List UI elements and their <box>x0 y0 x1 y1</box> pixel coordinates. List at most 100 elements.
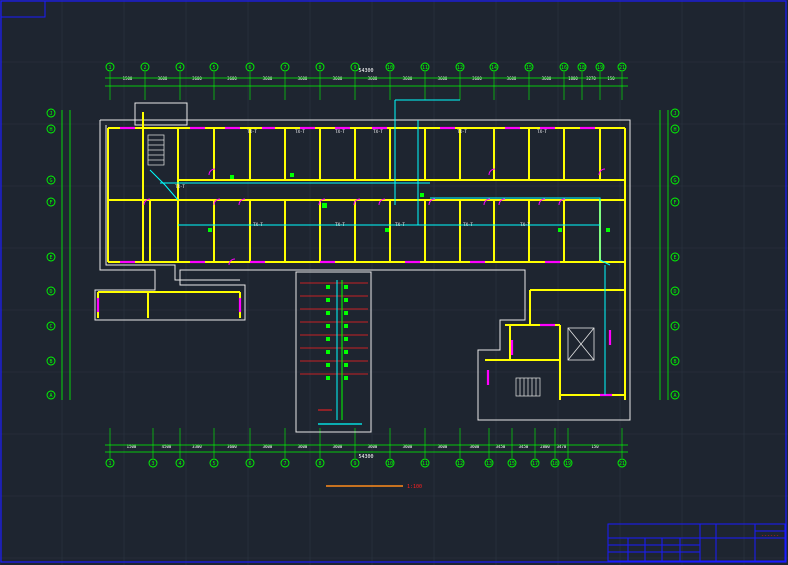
axis-right-label: B <box>673 359 676 365</box>
axis-left-label: C <box>49 324 52 330</box>
room-tag: TX-T <box>295 129 305 134</box>
riser-valve <box>326 324 330 328</box>
riser-valve <box>344 311 348 315</box>
axis-bottom-label: 21 <box>619 461 625 467</box>
dimension-value: 150 <box>607 76 615 81</box>
riser-valve <box>344 324 348 328</box>
dimension-value: 3600 <box>158 76 168 81</box>
axis-bottom-label: 5 <box>212 461 215 467</box>
axis-bottom-label: 15 <box>509 461 515 467</box>
riser-valve <box>344 337 348 341</box>
axis-bottom-label: 6 <box>248 461 251 467</box>
riser-valve <box>344 376 348 380</box>
room-tag: TX-T <box>335 129 345 134</box>
room-tag: TX-T <box>520 222 530 227</box>
axis-top-label: 1 <box>108 65 111 71</box>
axis-right-label: E <box>673 255 676 261</box>
dimension-value: 3600 <box>438 76 448 81</box>
axis-left-label: G <box>49 178 52 184</box>
background <box>0 0 788 565</box>
room-tag: TX-T <box>463 222 473 227</box>
overall-dimension-bottom: 54300 <box>358 454 373 460</box>
room-tag: TX-T <box>253 222 263 227</box>
axis-top-label: 15 <box>526 65 532 71</box>
axis-left-label: D <box>49 289 52 295</box>
axis-right-label: C <box>673 324 676 330</box>
axis-bottom-label: 9 <box>353 461 356 467</box>
axis-top-label: 6 <box>248 65 251 71</box>
axis-right-label: G <box>673 178 676 184</box>
axis-top-label: 2 <box>143 65 146 71</box>
axis-left-label: H <box>49 127 52 133</box>
axis-bottom-label: 13 <box>486 461 492 467</box>
axis-top-label: 14 <box>491 65 497 71</box>
axis-right-label: A <box>673 393 676 399</box>
cad-drawing-canvas: 1 2 4 5 6 7 8 9 10 11 12 14 15 16 18 19 21 1 3 4 5 6 7 8 9 10 11 1… <box>0 0 788 565</box>
room-tag: TX-T <box>335 222 345 227</box>
dimension-value: 3270 <box>586 76 596 81</box>
axis-bottom-label: 3 <box>151 461 154 467</box>
dimension-value: 3600 <box>192 76 202 81</box>
axis-bottom-label: 17 <box>532 461 538 467</box>
axis-bottom-label: 18 <box>552 461 558 467</box>
room-tag: TX-T <box>247 129 257 134</box>
axis-right-label: H <box>673 127 676 133</box>
axis-right-label: F <box>673 200 676 206</box>
axis-top-label: 11 <box>422 65 428 71</box>
axis-bottom-label: 1 <box>108 461 111 467</box>
axis-top-label: 12 <box>457 65 463 71</box>
axis-top-label: 10 <box>387 65 393 71</box>
riser-valve <box>326 298 330 302</box>
riser-valve <box>326 337 330 341</box>
room-tag: TX-T <box>537 129 547 134</box>
dimension-value: 3600 <box>333 76 343 81</box>
axis-right-label: J <box>673 111 676 117</box>
dimension-value: 3600 <box>227 76 237 81</box>
axis-top-label: 5 <box>212 65 215 71</box>
riser-valve <box>344 285 348 289</box>
axis-bottom-label: 8 <box>318 461 321 467</box>
riser-valve <box>326 311 330 315</box>
room-tag: TX-T <box>457 129 467 134</box>
room-tag: TX-T <box>395 222 405 227</box>
axis-bottom-label: 11 <box>422 461 428 467</box>
dimension-value: 3600 <box>263 76 273 81</box>
riser-valve <box>344 363 348 367</box>
axis-left-label: A <box>49 393 52 399</box>
dimension-value: 3600 <box>542 76 552 81</box>
axis-bottom-label: 19 <box>565 461 571 467</box>
axis-top-label: 21 <box>619 65 625 71</box>
riser-valve <box>344 298 348 302</box>
axis-top-label: 8 <box>318 65 321 71</box>
axis-left-label: J <box>49 111 52 117</box>
axis-bottom-label: 4 <box>178 461 181 467</box>
dimension-value: 3600 <box>368 76 378 81</box>
dimension-value: 3600 <box>472 76 482 81</box>
riser-valve <box>344 350 348 354</box>
axis-right-label: D <box>673 289 676 295</box>
room-tag: TX-T <box>373 129 383 134</box>
axis-left-label: E <box>49 255 52 261</box>
axis-top-label: 9 <box>353 65 356 71</box>
riser-valve <box>326 285 330 289</box>
axis-top-label: 18 <box>579 65 585 71</box>
axis-left-label: B <box>49 359 52 365</box>
axis-left-label: F <box>49 200 52 206</box>
dimension-value: 3600 <box>403 76 413 81</box>
riser-valve <box>326 363 330 367</box>
dimension-value: 1800 <box>568 76 578 81</box>
dimension-value: 3600 <box>507 76 517 81</box>
dimension-value: 3600 <box>298 76 308 81</box>
title-block-label: ------ <box>761 533 779 539</box>
riser-valve <box>326 376 330 380</box>
dimension-value: 1500 <box>123 76 133 81</box>
axis-top-label: 19 <box>597 65 603 71</box>
axis-bottom-label: 10 <box>387 461 393 467</box>
overall-dimension-top: 54300 <box>358 68 373 74</box>
axis-bottom-label: 7 <box>283 461 286 467</box>
room-tag: TX-T <box>175 184 185 189</box>
axis-top-label: 16 <box>561 65 567 71</box>
scale-label: 1:100 <box>407 484 422 490</box>
axis-top-label: 7 <box>283 65 286 71</box>
axis-top-label: 4 <box>178 65 181 71</box>
